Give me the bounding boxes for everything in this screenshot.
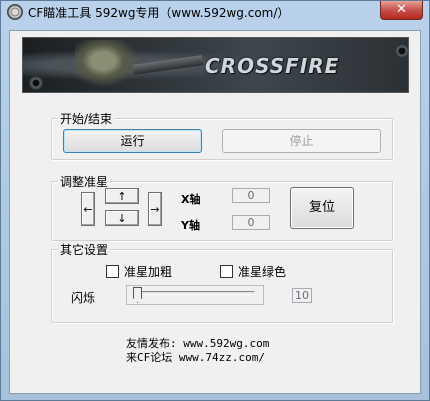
green-crosshair-label: 准星绿色 (238, 265, 287, 279)
other-settings-group-label: 其它设置 (58, 241, 111, 258)
bullet-hole-image (29, 76, 43, 90)
stop-button[interactable]: 停止 (222, 129, 381, 153)
left-arrow-button[interactable]: ← (81, 192, 95, 226)
start-stop-group: 开始/结束 运行 停止 (51, 110, 393, 160)
window-title: CF瞄准工具 592wg专用（www.592wg.com/） (28, 6, 290, 20)
run-button[interactable]: 运行 (63, 129, 202, 153)
title-bar[interactable]: CF瞄准工具 592wg专用（www.592wg.com/） ✕ (1, 1, 429, 23)
checkbox-box[interactable] (220, 265, 233, 278)
x-axis-field[interactable]: 0 (232, 188, 270, 203)
client-area: CROSSFIRE 开始/结束 运行 停止 调整准星 ← ↑ ↓ → X轴 0 … (9, 30, 421, 394)
crossfire-logo: CROSSFIRE (205, 54, 340, 78)
right-arrow-button[interactable]: → (148, 192, 162, 226)
y-axis-field[interactable]: 0 (232, 215, 270, 230)
blink-label: 闪烁 (71, 291, 96, 305)
checkbox-box[interactable] (106, 265, 119, 278)
adjust-crosshair-group-label: 调整准星 (58, 173, 111, 190)
bullet-hole-image (395, 44, 408, 58)
reset-button[interactable]: 复位 (290, 187, 354, 229)
x-axis-label: X轴 (181, 193, 201, 206)
crossfire-banner: CROSSFIRE (22, 37, 409, 93)
down-arrow-button[interactable]: ↓ (105, 210, 139, 226)
slider-thumb[interactable] (133, 287, 142, 303)
blink-value-field[interactable]: 10 (292, 288, 312, 303)
slider-rail (135, 291, 255, 295)
start-stop-group-label: 开始/结束 (58, 110, 115, 127)
blink-slider[interactable] (126, 285, 264, 305)
close-button[interactable]: ✕ (380, 1, 423, 20)
up-arrow-button[interactable]: ↑ (105, 188, 139, 204)
main-window: CF瞄准工具 592wg专用（www.592wg.com/） ✕ CROSSFI… (0, 0, 430, 401)
crosshair-icon (7, 4, 23, 20)
adjust-crosshair-group: 调整准星 ← ↑ ↓ → X轴 0 Y轴 0 复位 (51, 173, 393, 241)
y-axis-label: Y轴 (181, 219, 200, 232)
green-crosshair-checkbox[interactable]: 准星绿色 (220, 263, 286, 280)
thicken-crosshair-checkbox[interactable]: 准星加粗 (106, 263, 172, 280)
footer-line-2: 来CF论坛 www.74zz.com/ (126, 351, 265, 364)
thicken-crosshair-label: 准星加粗 (124, 265, 173, 279)
